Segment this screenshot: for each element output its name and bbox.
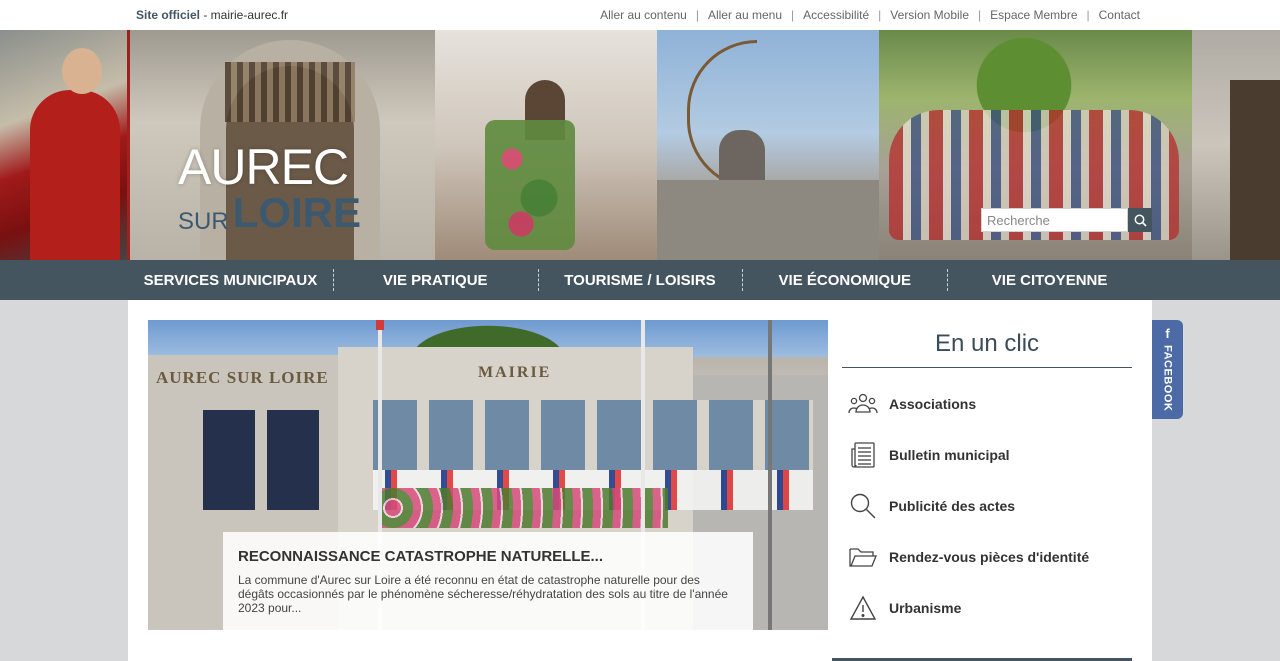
quick-links: En un clic Associations Bulletin municip… (842, 320, 1132, 633)
logo-sur: SUR (178, 208, 229, 235)
search-icon (848, 491, 878, 521)
separator: | (1086, 8, 1090, 22)
separator: | (978, 8, 982, 22)
utility-links: Aller au contenu | Aller au menu | Accessi… (600, 8, 1140, 22)
banner-photo-painter (0, 30, 127, 260)
warning-icon (848, 593, 878, 623)
building-sign-left: AUREC SUR LOIRE (156, 368, 329, 387)
quick-link-publicite-actes[interactable]: Publicité des actes (842, 480, 1132, 531)
quick-link-label: Publicité des actes (889, 497, 1016, 514)
separator: | (791, 8, 795, 22)
site-logo[interactable]: AUREC SUR LOIRE (178, 142, 368, 234)
link-skip-content[interactable]: Aller au contenu (600, 8, 687, 22)
main-content: AUREC SUR LOIRE MAIRIE RECONNAISSANCE CA… (128, 300, 1152, 661)
quick-link-label: Urbanisme (889, 599, 962, 616)
quick-link-label: Associations (889, 395, 977, 412)
site-official: Site officiel - mairie-aurec.fr (136, 8, 288, 22)
nav-services-municipaux[interactable]: SERVICES MUNICIPAUX (128, 260, 333, 300)
separator: | (695, 8, 699, 22)
banner-photo-door (1192, 30, 1280, 260)
quick-link-label: Rendez-vous pièces d'identité (889, 548, 1090, 565)
nav-vie-pratique[interactable]: VIE PRATIQUE (332, 260, 538, 300)
quick-links-title: En un clic (842, 320, 1132, 368)
folder-icon (848, 542, 878, 572)
quick-link-label: Bulletin municipal (889, 446, 1010, 463)
logo-aurec: AUREC (178, 139, 349, 195)
link-member-area[interactable]: Espace Membre (990, 8, 1077, 22)
search-input[interactable] (981, 208, 1128, 232)
link-skip-menu[interactable]: Aller au menu (708, 8, 782, 22)
nav-vie-economique[interactable]: VIE ÉCONOMIQUE (742, 260, 947, 300)
quick-link-urbanisme[interactable]: Urbanisme (842, 582, 1132, 633)
facebook-label: FACEBOOK (1161, 345, 1174, 412)
news-slider[interactable]: AUREC SUR LOIRE MAIRIE RECONNAISSANCE CA… (148, 320, 828, 630)
search-box (981, 208, 1152, 232)
slide-text: La commune d'Aurec sur Loire a été recon… (238, 573, 728, 615)
nav-vie-citoyenne[interactable]: VIE CITOYENNE (947, 260, 1152, 300)
newspaper-icon (848, 440, 878, 470)
link-contact[interactable]: Contact (1099, 8, 1140, 22)
facebook-icon: f (1165, 326, 1170, 341)
facebook-tab[interactable]: f FACEBOOK (1152, 320, 1183, 419)
slide-caption[interactable]: RECONNAISSANCE CATASTROPHE NATURELLE... … (223, 532, 753, 630)
main-nav: SERVICES MUNICIPAUX VIE PRATIQUE TOURISM… (0, 260, 1280, 300)
top-bar: Site officiel - mairie-aurec.fr Aller au… (0, 0, 1280, 30)
quick-link-associations[interactable]: Associations (842, 378, 1132, 429)
nav-tourisme-loisirs[interactable]: TOURISME / LOISIRS (537, 260, 743, 300)
banner-photo-street (435, 30, 657, 260)
building-sign-center: MAIRIE (478, 364, 552, 381)
separator: | (878, 8, 882, 22)
banner-photo-archer (657, 30, 879, 260)
site-domain: - mairie-aurec.fr (200, 8, 289, 22)
link-accessibility[interactable]: Accessibilité (803, 8, 869, 22)
logo-loire: LOIRE (232, 189, 362, 236)
quick-link-bulletin[interactable]: Bulletin municipal (842, 429, 1132, 480)
search-button[interactable] (1128, 208, 1152, 232)
quick-link-rendez-vous[interactable]: Rendez-vous pièces d'identité (842, 531, 1132, 582)
slide-title[interactable]: RECONNAISSANCE CATASTROPHE NATURELLE... (238, 548, 738, 565)
link-mobile-version[interactable]: Version Mobile (890, 8, 969, 22)
search-icon (1134, 214, 1147, 227)
site-official-label: Site officiel (136, 8, 201, 22)
people-icon (848, 389, 878, 419)
